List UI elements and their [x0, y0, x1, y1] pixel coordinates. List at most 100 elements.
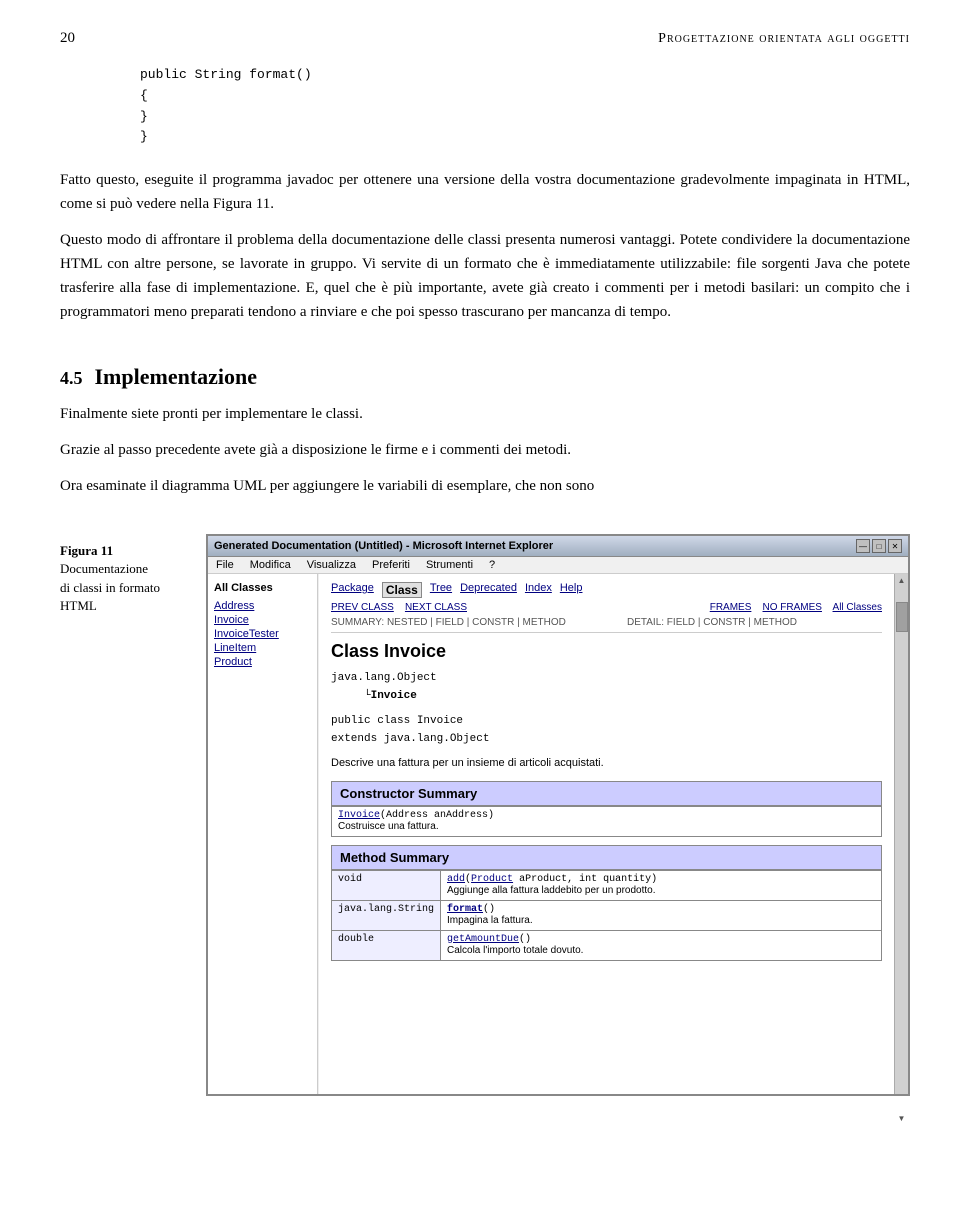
format-bold: format [447, 904, 483, 915]
no-frames-link[interactable]: NO FRAMES [763, 602, 822, 613]
method-getamount: getAmountDue() Calcola l'importo totale … [441, 930, 882, 960]
product-type-link[interactable]: Product [471, 874, 513, 885]
class-code: public class Invoice extends java.lang.O… [331, 713, 882, 748]
minimize-button[interactable]: — [856, 539, 870, 553]
browser-menubar: File Modifica Visualizza Preferiti Strum… [208, 557, 908, 574]
constructor-row: Invoice(Address anAddress) Costruisce un… [332, 806, 882, 836]
method-getamount-link[interactable]: getAmountDue [447, 934, 519, 945]
browser-titlebar: Generated Documentation (Untitled) - Mic… [208, 536, 908, 557]
section-title: Implementazione [95, 364, 258, 390]
method-table: void add(Product aProduct, int quantity)… [331, 870, 882, 961]
section-number: 4.5 [60, 368, 83, 389]
menu-modifica[interactable]: Modifica [250, 559, 291, 571]
sidebar-link-product[interactable]: Product [214, 656, 311, 668]
method-format-desc: Impagina la fattura. [447, 915, 533, 926]
nav-help[interactable]: Help [560, 582, 583, 598]
sidebar-link-address[interactable]: Address [214, 600, 311, 612]
sidebar-link-invoice[interactable]: Invoice [214, 614, 311, 626]
constructor-link[interactable]: Invoice [338, 810, 380, 821]
nav-package[interactable]: Package [331, 582, 374, 598]
code-line-1: public String format() [140, 65, 910, 86]
code-block: public String format() { } } [140, 65, 910, 148]
section-heading: 4.5 Implementazione [60, 364, 910, 390]
method-row-getamount: double getAmountDue() Calcola l'importo … [332, 930, 882, 960]
maximize-button[interactable]: □ [872, 539, 886, 553]
page-header: 20 Progettazione orientata agli oggetti [60, 30, 910, 47]
section-p1: Finalmente siete pronti per implementare… [60, 402, 910, 426]
next-class-link[interactable]: NEXT CLASS [405, 602, 467, 613]
inheritance-bold: Invoice [371, 690, 417, 702]
main-panel: Package Class Tree Deprecated Index Help… [318, 574, 894, 1094]
browser-content: All Classes Address Invoice InvoiceTeste… [208, 574, 908, 1094]
figure-caption-1: Documentazione [60, 560, 190, 578]
figure-label: Figura 11 [60, 542, 190, 560]
p2-text: Questo modo di affrontare il problema de… [60, 232, 910, 320]
code-extends: extends java.lang.Object [331, 731, 882, 749]
section-p2: Grazie al passo precedente avete già a d… [60, 438, 910, 462]
titlebar-buttons: — □ ✕ [856, 539, 902, 553]
method-format: format() Impagina la fattura. [441, 900, 882, 930]
page-title: Progettazione orientata agli oggetti [658, 31, 910, 47]
javadoc-sublinks: PREV CLASS NEXT CLASS FRAMES NO FRAMES A… [331, 602, 882, 613]
code-line-4: } [140, 127, 910, 148]
nav-deprecated[interactable]: Deprecated [460, 582, 517, 598]
class-title: Class Invoice [331, 641, 882, 662]
nav-tree[interactable]: Tree [430, 582, 452, 598]
method-add-desc: Aggiunge alla fattura laddebito per un p… [447, 885, 656, 896]
code-line-3: } [140, 107, 910, 128]
menu-file[interactable]: File [216, 559, 234, 571]
constructor-summary-header: Constructor Summary [331, 781, 882, 806]
inheritance-child: └Invoice [331, 688, 882, 706]
menu-preferiti[interactable]: Preferiti [372, 559, 410, 571]
method-add-link[interactable]: add [447, 874, 465, 885]
method-type-string: java.lang.String [332, 900, 441, 930]
figure-caption-2: di classi in formato [60, 579, 190, 597]
menu-visualizza[interactable]: Visualizza [307, 559, 356, 571]
nav-class-active[interactable]: Class [382, 582, 422, 598]
method-add: add(Product aProduct, int quantity) Aggi… [441, 870, 882, 900]
sidebar-link-lineitem[interactable]: LineItem [214, 642, 311, 654]
method-row-add: void add(Product aProduct, int quantity)… [332, 870, 882, 900]
figure-caption: Figura 11 Documentazione di classi in fo… [60, 534, 190, 1096]
browser-window: Generated Documentation (Untitled) - Mic… [206, 534, 910, 1096]
sidebar-panel: All Classes Address Invoice InvoiceTeste… [208, 574, 318, 1094]
method-format-link[interactable]: format [447, 904, 483, 915]
scroll-thumb[interactable] [896, 602, 908, 632]
method-type-void: void [332, 870, 441, 900]
menu-help[interactable]: ? [489, 559, 495, 571]
code-public-class: public class Invoice [331, 713, 882, 731]
paragraph-1: Fatto questo, eseguite il programma java… [60, 168, 910, 216]
frames-link[interactable]: FRAMES [710, 602, 752, 613]
javadoc-nav: Package Class Tree Deprecated Index Help [331, 582, 882, 598]
figure-area: Figura 11 Documentazione di classi in fo… [60, 534, 910, 1096]
scroll-up-arrow[interactable]: ▲ [898, 574, 906, 588]
all-classes-header: All Classes [214, 582, 311, 594]
inheritance-root: java.lang.Object [331, 670, 882, 688]
menu-strumenti[interactable]: Strumenti [426, 559, 473, 571]
method-summary-header: Method Summary [331, 845, 882, 870]
close-button[interactable]: ✕ [888, 539, 902, 553]
method-row-format: java.lang.String format() Impagina la fa… [332, 900, 882, 930]
section-p3: Ora esaminate il diagramma UML per aggiu… [60, 474, 910, 498]
class-description: Descrive una fattura per un insieme di a… [331, 757, 882, 769]
all-classes-link[interactable]: All Classes [833, 602, 882, 613]
nav-index[interactable]: Index [525, 582, 552, 598]
summary-text: SUMMARY: NESTED | FIELD | CONSTR | METHO… [331, 617, 566, 628]
method-type-double: double [332, 930, 441, 960]
constructor-signature: Invoice(Address anAddress) Costruisce un… [332, 806, 882, 836]
frames-links: FRAMES NO FRAMES All Classes [710, 602, 882, 613]
prev-next-links: PREV CLASS NEXT CLASS [331, 602, 467, 613]
paragraph-2: Questo modo di affrontare il problema de… [60, 228, 910, 324]
sidebar-link-invoicetester[interactable]: InvoiceTester [214, 628, 311, 640]
scrollbar[interactable]: ▲ ▼ [894, 574, 908, 1094]
inheritance-block: java.lang.Object └Invoice [331, 670, 882, 705]
page-container: 20 Progettazione orientata agli oggetti … [0, 0, 960, 1126]
constructor-table: Invoice(Address anAddress) Costruisce un… [331, 806, 882, 837]
summary-detail-line: SUMMARY: NESTED | FIELD | CONSTR | METHO… [331, 617, 882, 633]
figure-caption-3: HTML [60, 597, 190, 615]
method-getamount-desc: Calcola l'importo totale dovuto. [447, 945, 583, 956]
prev-class-link[interactable]: PREV CLASS [331, 602, 394, 613]
detail-text: DETAIL: FIELD | CONSTR | METHOD [627, 617, 797, 628]
page-number: 20 [60, 30, 75, 47]
constructor-desc: Costruisce una fattura. [338, 821, 439, 832]
